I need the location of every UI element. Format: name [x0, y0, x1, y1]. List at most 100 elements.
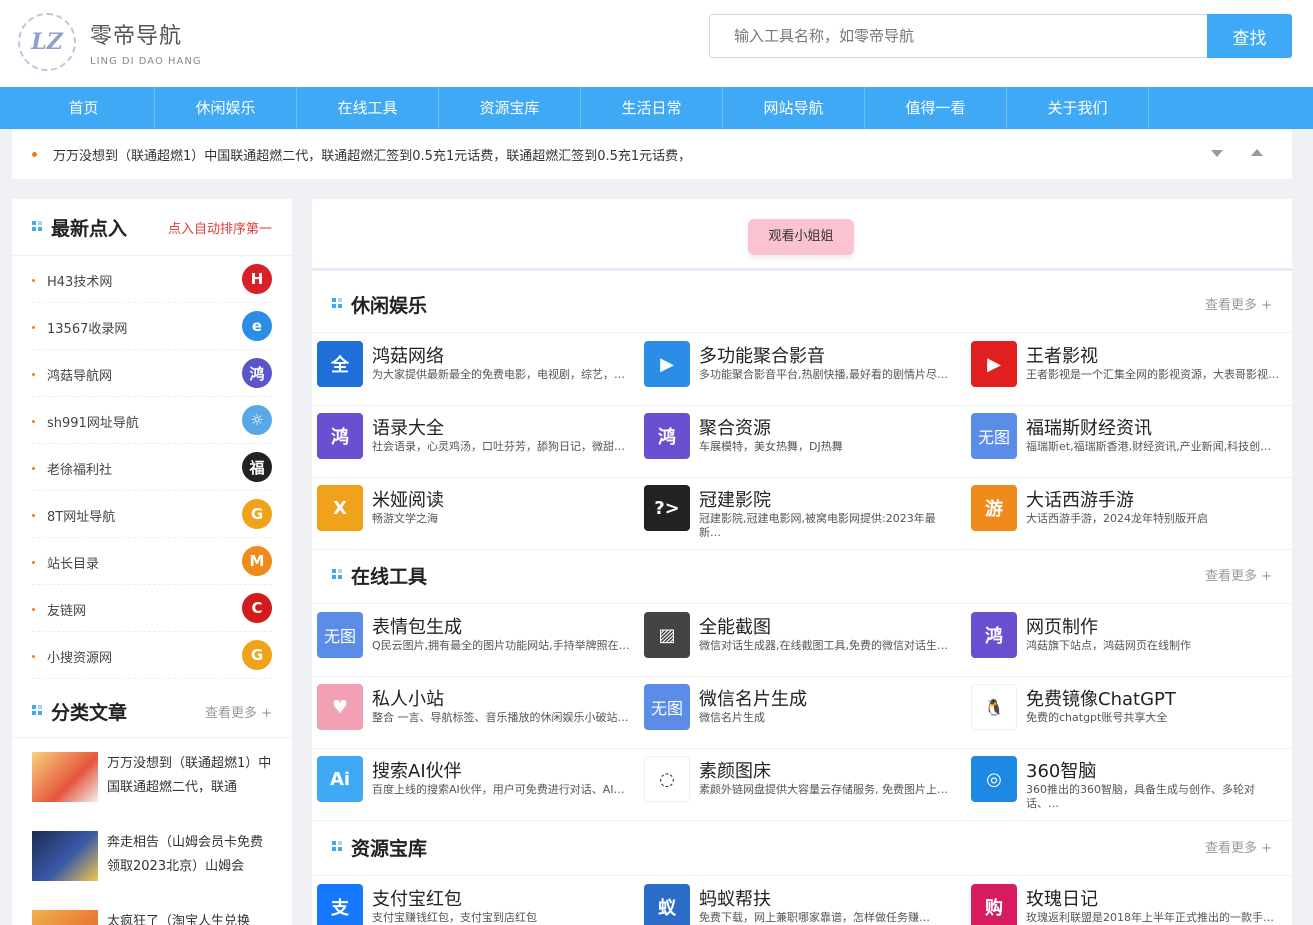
- site-card[interactable]: 全鸿菇网络 为大家提供最新最全的免费电影，电视剧，综艺，…: [312, 334, 639, 406]
- site-logo-icon: ▶: [971, 341, 1017, 387]
- ticker-bullet: [32, 152, 37, 157]
- sidebar: 最新点入 点入自动排序第一 H43技术网 H 13567收录网 e 鸿菇导航网 鸿 sh99…: [12, 199, 292, 925]
- article-thumbnail: [32, 752, 98, 802]
- category-more-link[interactable]: 查看更多 +: [1205, 837, 1272, 856]
- site-card[interactable]: Ai 搜索AI伙伴 百度上线的搜索AI伙伴，用户可免费进行对话、AI…: [312, 749, 639, 821]
- site-card[interactable]: 鸿语录大全 社会语录，心灵鸡汤，口吐芬芳，舔狗日记，微甜…: [312, 406, 639, 478]
- nav-item-home[interactable]: 首页: [13, 87, 155, 129]
- site-description: 社会语录，心灵鸡汤，口吐芬芳，舔狗日记，微甜…: [372, 440, 625, 453]
- site-card[interactable]: X 米娅阅读 畅游文学之海: [312, 478, 639, 550]
- latest-item[interactable]: 站长目录 M: [32, 538, 272, 585]
- article-title: 万万没想到（联通超燃1）中国联通超燃二代，联通: [107, 756, 272, 795]
- bullet: [32, 561, 35, 564]
- article-item[interactable]: 奔走相告（山姆会员卡免费领取2023北京）山姆会: [32, 831, 272, 891]
- site-favicon-icon: G: [242, 640, 272, 670]
- site-description: 王者影视是一个汇集全网的影视资源，大表哥影视…: [1026, 368, 1279, 381]
- site-card[interactable]: 无图 微信名片生成 微信名片生成: [639, 677, 966, 749]
- site-logo-icon: 鸿: [971, 612, 1017, 658]
- site-card[interactable]: 蚁蚂蚁帮扶 免费下载，网上兼职哪家靠谱，怎样做任务赚…: [639, 877, 966, 925]
- site-favicon-icon: 鸿: [242, 358, 272, 388]
- site-name: 私人小站: [372, 689, 444, 710]
- bullet: [32, 420, 35, 423]
- latest-item[interactable]: 老徐福利社 福: [32, 444, 272, 491]
- site-card[interactable]: ▶ 王者影视 王者影视是一个汇集全网的影视资源，大表哥影视…: [966, 334, 1292, 406]
- latest-item[interactable]: 友链网 C: [32, 585, 272, 632]
- site-logo-icon: ♥: [317, 684, 363, 730]
- site-description: 整合 一言、导航标签、音乐播放的休闲娱乐小破站…: [372, 711, 629, 724]
- grid-icon: [332, 298, 343, 309]
- site-description: 免费下载，网上兼职哪家靠谱，怎样做任务赚…: [699, 911, 930, 924]
- nav-item-leisure[interactable]: 休闲娱乐: [155, 87, 297, 129]
- site-description: 多功能聚合影音平台,热剧快播,最好看的剧情片尽…: [699, 368, 948, 381]
- site-card[interactable]: 无图 表情包生成 Q民云图片,拥有最全的图片功能网站,手持举牌照在…: [312, 605, 639, 677]
- latest-item[interactable]: 13567收录网 e: [32, 303, 272, 350]
- site-logo-icon: ◎: [971, 756, 1017, 802]
- watch-button[interactable]: 观看小姐姐: [748, 219, 854, 255]
- latest-item[interactable]: 8T网址导航 G: [32, 491, 272, 538]
- site-card[interactable]: 鸿聚合资源 车展模特，美女热舞，DJ热舞: [639, 406, 966, 478]
- category-more-link[interactable]: 查看更多 +: [1205, 565, 1272, 584]
- article-item[interactable]: 太疯狂了（淘宝人生兑换: [32, 910, 272, 925]
- nav-item-life[interactable]: 生活日常: [581, 87, 723, 129]
- site-name: 蚂蚁帮扶: [699, 889, 771, 910]
- nav-item-about[interactable]: 关于我们: [1007, 87, 1149, 129]
- site-card[interactable]: ?> 冠建影院 冠建影院,冠建电影网,被窝电影网提供:2023年最新…: [639, 478, 966, 550]
- site-description: 百度上线的搜索AI伙伴，用户可免费进行对话、AI…: [372, 783, 625, 796]
- site-card[interactable]: 支支付宝红包 支付宝赚钱红包，支付宝到店红包: [312, 877, 639, 925]
- bullet: [32, 326, 35, 329]
- nav-item-tools[interactable]: 在线工具: [297, 87, 439, 129]
- site-card[interactable]: 无图 福瑞斯财经资讯 福瑞斯et,福瑞斯香港,财经资讯,产业新闻,科技创…: [966, 406, 1292, 478]
- site-description: 冠建影院,冠建电影网,被窝电影网提供:2023年最新…: [699, 512, 936, 539]
- nav-item-resources[interactable]: 资源宝库: [439, 87, 581, 129]
- ticker-prev-icon[interactable]: [1251, 149, 1263, 156]
- site-logo[interactable]: LZ 零帝导航 LING DI DAO HANG: [18, 12, 218, 72]
- site-card[interactable]: ♥ 私人小站 整合 一言、导航标签、音乐播放的休闲娱乐小破站…: [312, 677, 639, 749]
- site-favicon-icon: 福: [242, 452, 272, 482]
- latest-item[interactable]: 鸿菇导航网 鸿: [32, 350, 272, 397]
- grid-icon: [332, 569, 343, 580]
- category-more-link[interactable]: 查看更多 +: [1205, 294, 1272, 313]
- latest-item-name: 老徐福利社: [47, 463, 113, 478]
- grid-icon: [32, 221, 43, 232]
- article-thumbnail: [32, 910, 98, 925]
- site-name: 聚合资源: [699, 418, 771, 439]
- site-card[interactable]: 游大话西游手游 大话西游手游，2024龙年特别版开启: [966, 478, 1292, 550]
- latest-title: 最新点入: [51, 218, 128, 240]
- nav-item-sites[interactable]: 网站导航: [723, 87, 865, 129]
- site-card[interactable]: 🐧 免费镜像ChatGPT 免费的chatgpt账号共享大全: [966, 677, 1292, 749]
- site-card[interactable]: ◎ 360智脑 360推出的360智脑，具备生成与创作、多轮对话、…: [966, 749, 1292, 821]
- site-card[interactable]: ▶ 多功能聚合影音 多功能聚合影音平台,热剧快播,最好看的剧情片尽…: [639, 334, 966, 406]
- site-logo-icon: ?>: [644, 485, 690, 531]
- search-input[interactable]: [709, 14, 1207, 58]
- site-favicon-icon: H: [242, 264, 272, 294]
- bullet: [32, 467, 35, 470]
- articles-more-link[interactable]: 查看更多 +: [205, 702, 272, 721]
- site-logo-icon: ▨: [644, 612, 690, 658]
- site-favicon-icon: e: [242, 311, 272, 341]
- site-card[interactable]: ◌ 素颜图床 素颜外链网盘提供大容量云存储服务, 免费图片上…: [639, 749, 966, 821]
- site-name: 大话西游手游: [1026, 490, 1134, 511]
- site-name: 支付宝红包: [372, 889, 462, 910]
- site-favicon-icon: C: [242, 593, 272, 623]
- site-logo-icon: 全: [317, 341, 363, 387]
- logo-title: 零帝导航: [90, 23, 183, 49]
- search-button[interactable]: 查找: [1207, 14, 1292, 58]
- site-card[interactable]: 购玫瑰日记 玫瑰返利联盟是2018年上半年正式推出的一款手…: [966, 877, 1292, 925]
- site-logo-icon: 游: [971, 485, 1017, 531]
- site-card[interactable]: 鸿网页制作 鸿菇旗下站点，鸿菇网页在线制作: [966, 605, 1292, 677]
- site-logo-icon: 无图: [317, 612, 363, 658]
- site-logo-icon: X: [317, 485, 363, 531]
- ticker-next-icon[interactable]: [1211, 150, 1223, 157]
- latest-item[interactable]: H43技术网 H: [32, 256, 272, 303]
- site-description: 畅游文学之海: [372, 512, 438, 525]
- nav-item-worth[interactable]: 值得一看: [865, 87, 1007, 129]
- latest-item[interactable]: sh991网址导航 ☼: [32, 397, 272, 444]
- site-name: 免费镜像ChatGPT: [1026, 689, 1176, 710]
- article-item[interactable]: 万万没想到（联通超燃1）中国联通超燃二代，联通: [32, 752, 272, 812]
- ticker-text[interactable]: 万万没想到（联通超燃1）中国联通超燃二代，联通超燃汇签到0.5充1元话费，联通超…: [53, 145, 691, 164]
- site-description: 福瑞斯et,福瑞斯香港,财经资讯,产业新闻,科技创…: [1026, 440, 1272, 453]
- site-description: 为大家提供最新最全的免费电影，电视剧，综艺，…: [372, 368, 625, 381]
- latest-item[interactable]: 小搜资源网 G: [32, 632, 272, 679]
- site-card[interactable]: ▨ 全能截图 微信对话生成器,在线截图工具,免费的微信对话生…: [639, 605, 966, 677]
- grid-icon: [32, 705, 43, 716]
